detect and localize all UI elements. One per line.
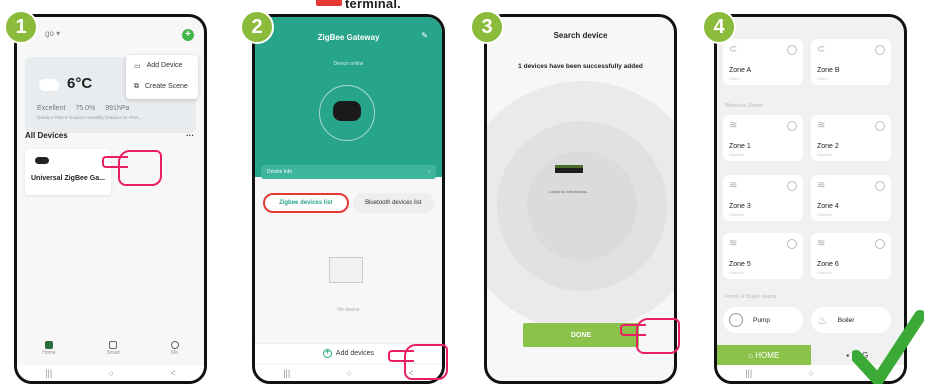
- device-card[interactable]: Universal ZigBee Ga...: [25, 149, 111, 195]
- home-button-icon[interactable]: ○: [347, 368, 352, 378]
- section-pump-boiler: Pump & Boiler status: [725, 294, 777, 300]
- tab-home[interactable]: Home: [42, 341, 56, 363]
- device-status: Device online: [333, 61, 364, 67]
- checkmark-icon: [852, 310, 924, 384]
- smart-icon: [109, 341, 118, 349]
- menu-item-add-device[interactable]: ▭ Add Device: [126, 55, 198, 76]
- play-icon: [729, 313, 743, 327]
- power-icon[interactable]: [875, 181, 885, 191]
- gateway-device-icon: [35, 157, 49, 164]
- home-icon: [45, 341, 54, 349]
- page-title: ZigBee Gateway: [317, 33, 380, 42]
- tab-bluetooth-devices[interactable]: Bluetooth devices list: [352, 193, 434, 213]
- pointing-hand-icon: [620, 318, 680, 354]
- tab-smart[interactable]: Smart: [106, 341, 120, 363]
- zone-card[interactable]: ≋ Zone 3 Wireless: [723, 175, 803, 221]
- phone-step-1: go ▾ + 6°C Excellent 75.0% 991hPa Outdoo…: [14, 14, 207, 384]
- wifi-icon: ≋: [817, 238, 826, 249]
- added-device-icon: [555, 165, 583, 173]
- gateway-header: ZigBee Gateway ✎ Device online: [255, 17, 442, 177]
- chevron-right-icon: ›: [428, 169, 430, 175]
- wifi-icon: ≋: [817, 120, 826, 131]
- tab-zigbee-devices[interactable]: Zigbee devices list: [263, 193, 349, 213]
- zone-card[interactable]: ≋ Zone 4 Wireless: [811, 175, 891, 221]
- power-icon[interactable]: [787, 45, 797, 55]
- pointing-hand-icon: [102, 150, 162, 186]
- home-location[interactable]: go: [45, 29, 54, 38]
- phone-step-2: ZigBee Gateway ✎ Device online Device In…: [252, 14, 445, 384]
- chevron-down-icon: ▾: [56, 29, 61, 38]
- menu-item-create-scene[interactable]: ⧉ Create Scene: [126, 76, 198, 97]
- home-button-icon[interactable]: ○: [809, 368, 814, 378]
- device-name: Universal ZigBee Ga...: [31, 175, 105, 182]
- weather-stats: Excellent 75.0% 991hPa: [37, 105, 129, 112]
- tab-me[interactable]: Me: [170, 341, 179, 363]
- wifi-icon: ≋: [729, 180, 738, 191]
- instruction-figure: terminal. 1 2 3 4 go ▾ + 6°C Excellent 7…: [0, 0, 929, 384]
- power-icon[interactable]: [875, 121, 885, 131]
- wired-zone-icon: ⊂: [729, 44, 738, 55]
- zone-card[interactable]: ≋ Zone 1 Wireless: [723, 115, 803, 161]
- stat-pressure: 991hPa: [105, 105, 130, 112]
- zone-card[interactable]: ≋ Zone 5 Wireless: [723, 233, 803, 279]
- header-text: terminal.: [345, 0, 401, 11]
- home-button-icon[interactable]: ○: [109, 368, 114, 378]
- wifi-icon: ≋: [817, 180, 826, 191]
- cloud-icon: [39, 79, 59, 91]
- zone-card[interactable]: ⊂ Zone B Wired: [811, 39, 891, 85]
- added-device-label: Listwa do sterowania...: [548, 189, 590, 194]
- temperature: 6°C: [67, 75, 93, 92]
- brand-logo-fragment: [316, 0, 342, 6]
- recent-apps-icon[interactable]: |||: [45, 368, 52, 378]
- section-label: All Devices: [25, 131, 68, 140]
- gateway-device-icon: [333, 101, 361, 121]
- power-icon[interactable]: [875, 239, 885, 249]
- system-nav-bar: ||| ○ <: [17, 365, 204, 381]
- zone-card[interactable]: ⊂ Zone A Wired: [723, 39, 803, 85]
- device-icon: ▭: [134, 62, 141, 70]
- step-badge-2: 2: [240, 10, 274, 44]
- device-info-bar[interactable]: Device Info ›: [261, 165, 436, 179]
- empty-state-label: No device: [337, 307, 360, 313]
- success-message: 1 devices have been successfully added: [518, 63, 643, 70]
- power-icon[interactable]: [875, 45, 885, 55]
- profile-icon: [170, 341, 179, 349]
- pointing-hand-icon: [388, 344, 448, 380]
- plus-icon: +: [322, 349, 332, 358]
- power-icon[interactable]: [787, 121, 797, 131]
- zone-card[interactable]: ≋ Zone 6 Wireless: [811, 233, 891, 279]
- power-icon[interactable]: [787, 181, 797, 191]
- step-badge-3: 3: [470, 10, 504, 44]
- step-badge-1: 1: [4, 10, 38, 44]
- wifi-icon: ≋: [729, 238, 738, 249]
- section-wireless-zones: Wireless Zones: [725, 103, 763, 109]
- all-devices-header: All Devices ···: [25, 131, 194, 140]
- edit-icon[interactable]: ✎: [421, 31, 428, 40]
- home-icon: ⌂: [748, 350, 756, 360]
- add-menu-popup: ▭ Add Device ⧉ Create Scene: [126, 55, 198, 99]
- add-icon[interactable]: +: [182, 29, 194, 41]
- power-icon[interactable]: [787, 239, 797, 249]
- scene-icon: ⧉: [134, 82, 139, 90]
- flame-icon: ♨: [817, 313, 828, 327]
- stat-humidity: 75.0%: [75, 105, 96, 112]
- wifi-icon: ≋: [729, 120, 738, 131]
- recent-apps-icon[interactable]: |||: [283, 368, 290, 378]
- page-title: Search device: [553, 31, 608, 40]
- stat-air-quality: Excellent: [37, 105, 66, 112]
- device-list-tabs: Zigbee devices list Bluetooth devices li…: [263, 193, 434, 213]
- more-icon[interactable]: ···: [186, 131, 194, 140]
- home-header: go ▾ +: [29, 29, 194, 43]
- tab-home[interactable]: ⌂ HOME: [717, 345, 811, 365]
- wired-zone-icon: ⊂: [817, 44, 826, 55]
- zone-card[interactable]: ≋ Zone 2 Wireless: [811, 115, 891, 161]
- empty-box-icon: [329, 257, 363, 283]
- weather-stats-labels: Outdoor PM2.5 Outdoor Humidity Outdoor A…: [37, 115, 143, 120]
- pump-button[interactable]: Pump: [723, 307, 803, 333]
- recent-apps-icon[interactable]: |||: [745, 368, 752, 378]
- back-icon[interactable]: <: [171, 368, 176, 378]
- bottom-tabs: Home Smart Me: [17, 341, 204, 363]
- step-badge-4: 4: [702, 10, 736, 44]
